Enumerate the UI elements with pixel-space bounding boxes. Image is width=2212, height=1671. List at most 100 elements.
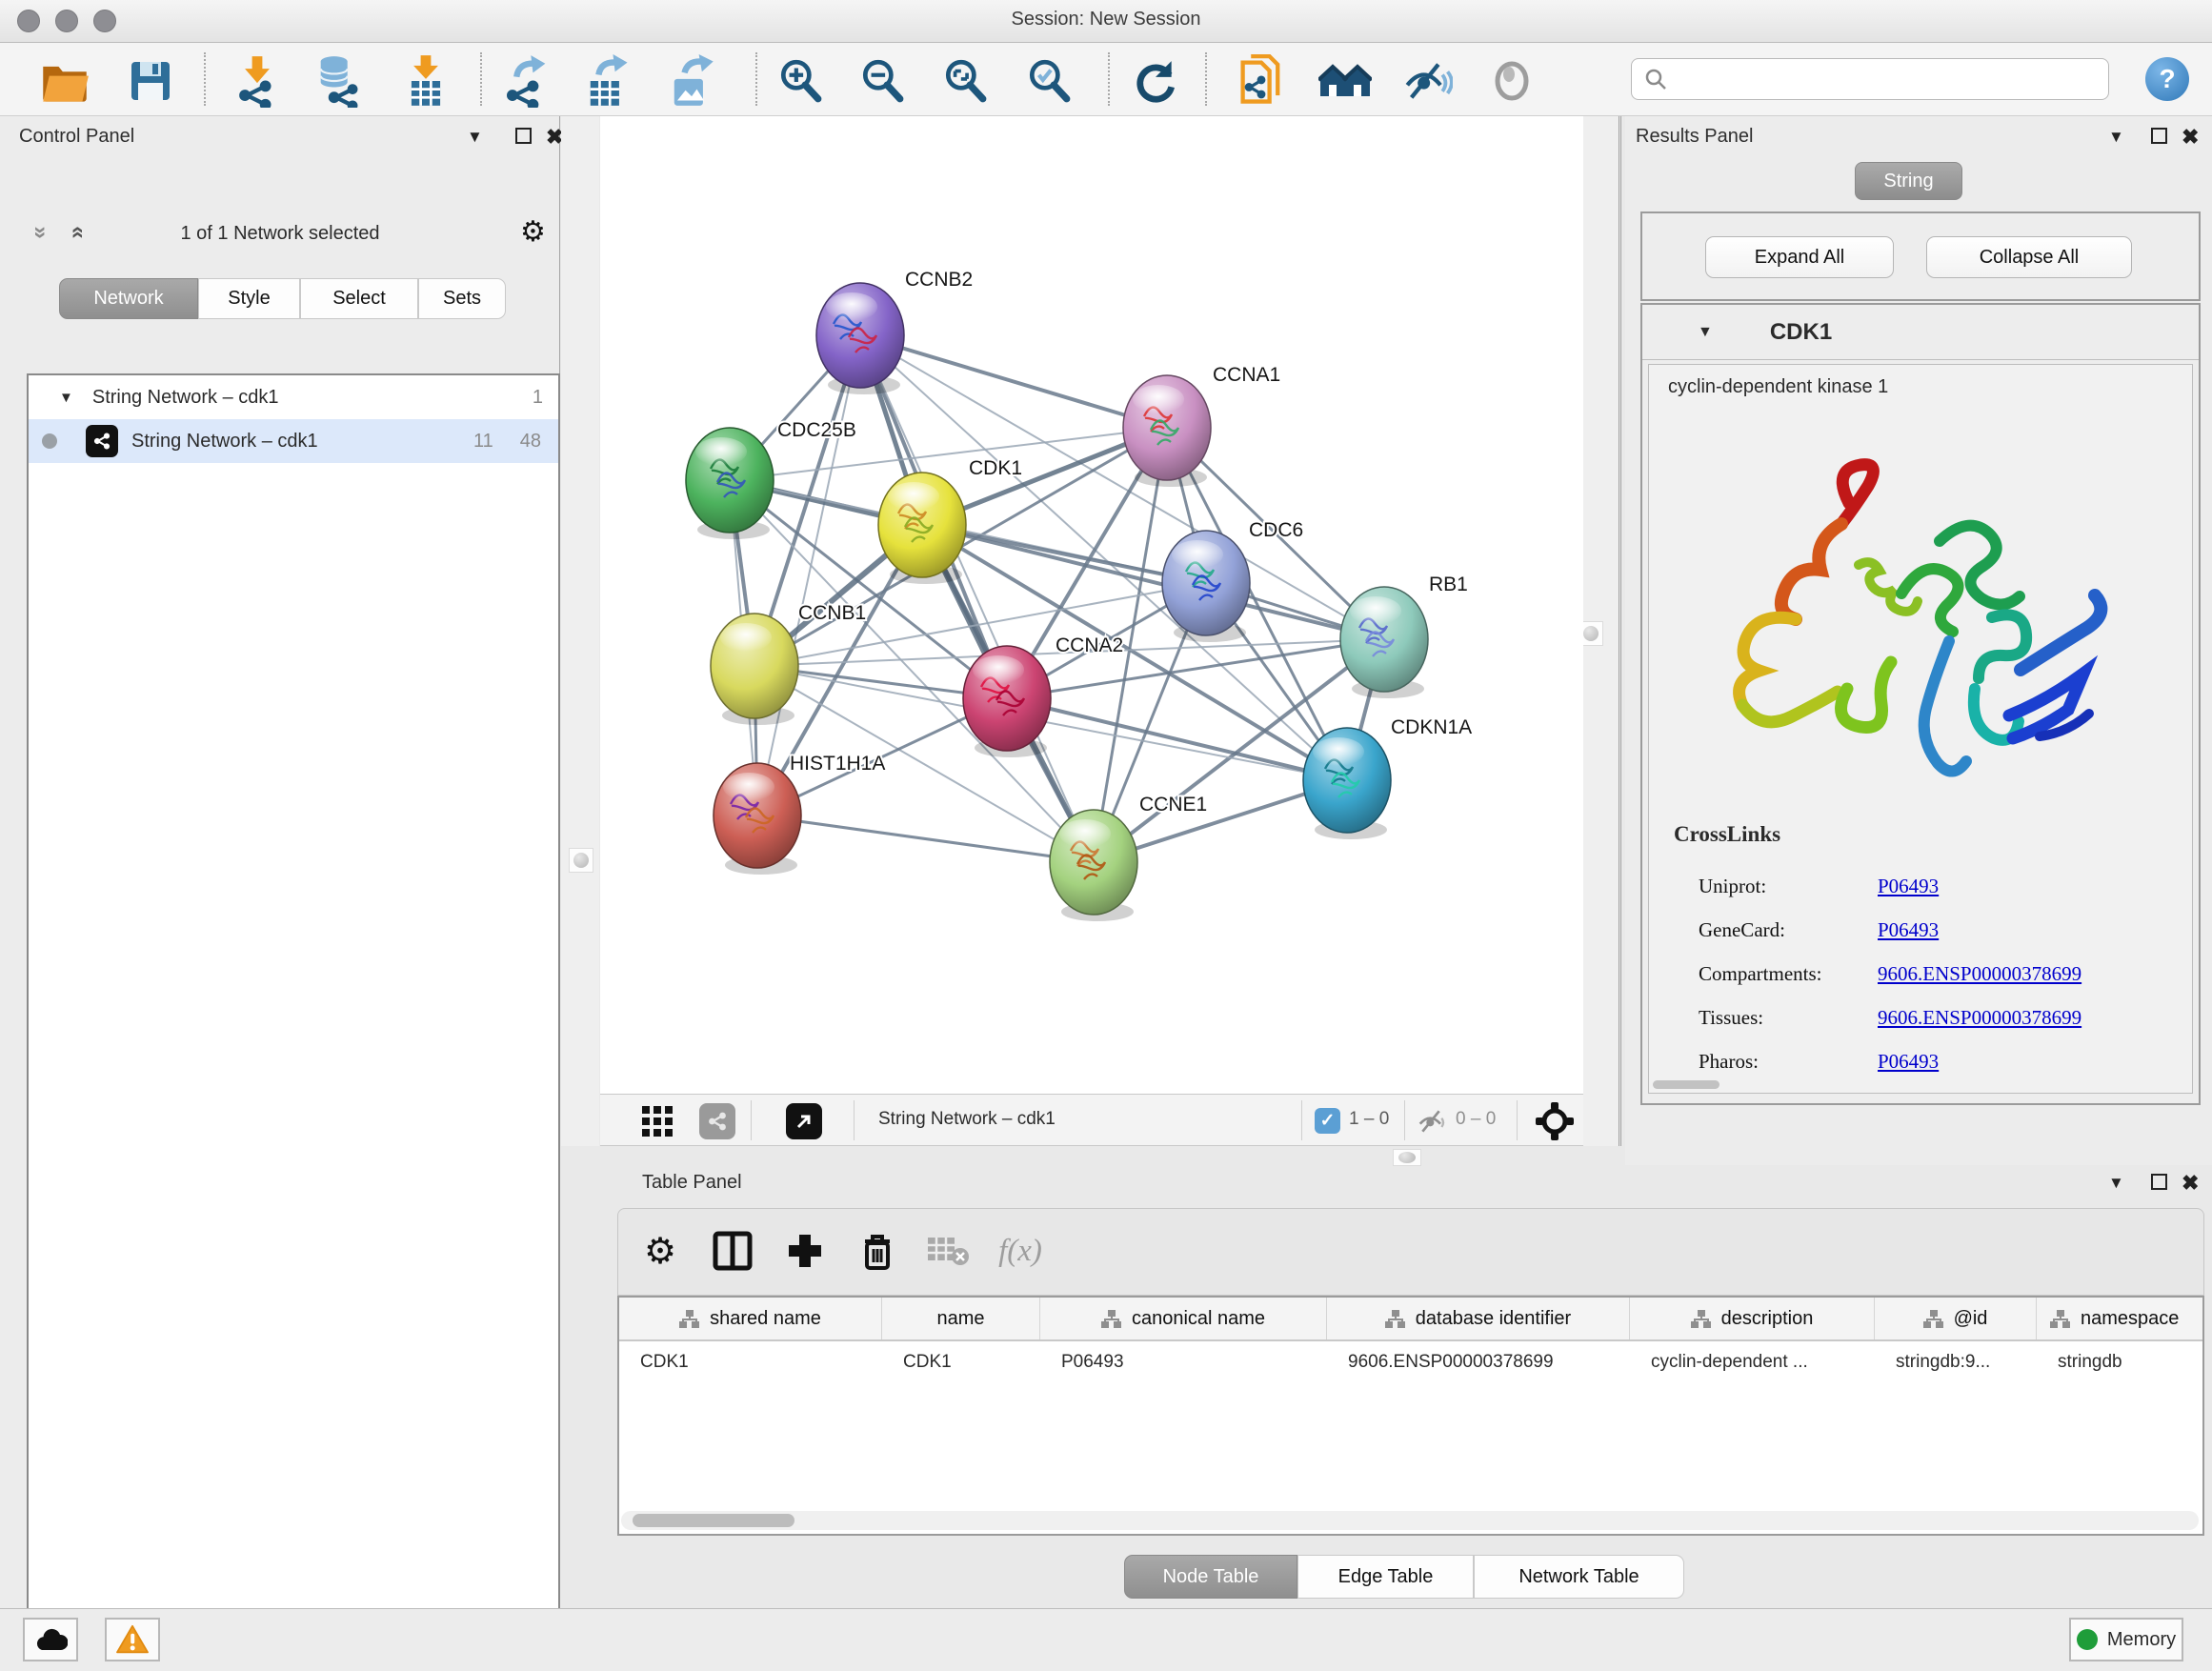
network-canvas[interactable]: CCNB2 CCNA1 CDC25B CDK1 CDC6 — [600, 116, 1583, 1094]
import-network-database-button[interactable] — [312, 54, 365, 108]
zoom-in-button[interactable] — [774, 54, 827, 108]
results-panel-menu-icon[interactable]: ▼ — [2108, 128, 2124, 147]
column-header-shared-name[interactable]: shared name — [619, 1298, 882, 1339]
column-header-database-identifier[interactable]: database identifier — [1327, 1298, 1630, 1339]
network-node-RB1[interactable]: RB1 — [1340, 574, 1468, 698]
network-edge[interactable] — [757, 335, 860, 815]
import-table-button[interactable] — [399, 54, 452, 108]
network-node-CCNA1[interactable]: CCNA1 — [1123, 364, 1280, 487]
column-header-canonical-name[interactable]: canonical name — [1040, 1298, 1327, 1339]
tab-network[interactable]: Network — [59, 278, 198, 319]
compartments-link[interactable]: 9606.ENSP00000378699 — [1878, 962, 2081, 986]
tissues-link[interactable]: 9606.ENSP00000378699 — [1878, 1006, 2081, 1030]
column-header-name[interactable]: name — [882, 1298, 1040, 1339]
table-hscrollbar[interactable] — [621, 1511, 2199, 1530]
show-panels-button[interactable] — [1485, 54, 1538, 108]
network-graph[interactable]: CCNB2 CCNA1 CDC25B CDK1 CDC6 — [600, 116, 1583, 1094]
toolbar-separator — [204, 52, 206, 106]
column-header-namespace[interactable]: namespace — [2037, 1298, 2204, 1339]
hidden-eye-slash-icon — [1418, 1106, 1448, 1141]
tab-network-table[interactable]: Network Table — [1474, 1555, 1684, 1599]
network-edge[interactable] — [860, 335, 1167, 428]
collapse-protein-icon[interactable]: ▼ — [1698, 324, 1713, 341]
column-header-description[interactable]: description — [1630, 1298, 1875, 1339]
main-toolbar: ? — [0, 43, 2212, 116]
network-edge[interactable] — [860, 335, 1094, 862]
expand-collapse-box: Expand All Collapse All — [1640, 211, 2201, 301]
table-panel-menu-icon[interactable]: ▼ — [2108, 1174, 2124, 1193]
question-icon: ? — [2159, 64, 2175, 94]
genecard-link[interactable]: P06493 — [1878, 918, 1939, 942]
table-panel-float-icon[interactable] — [2151, 1174, 2167, 1190]
birdseye-view-button[interactable] — [640, 1104, 674, 1143]
zoom-out-button[interactable] — [855, 54, 909, 108]
open-in-new-window-button[interactable] — [786, 1103, 822, 1139]
network-node-CCNE1[interactable]: CCNE1 — [1050, 794, 1207, 921]
network-node-CDC25B[interactable]: CDC25B — [686, 419, 856, 539]
node-label: CCNA1 — [1213, 364, 1280, 386]
hide-panels-button[interactable] — [1401, 54, 1455, 108]
center-view-button[interactable] — [1536, 1102, 1574, 1145]
function-builder-button[interactable]: f(x) — [992, 1222, 1049, 1279]
string-home-button[interactable] — [1318, 54, 1372, 108]
results-panel-float-icon[interactable] — [2151, 128, 2167, 144]
collapse-all-button[interactable]: Collapse All — [1926, 236, 2132, 278]
network-share-button[interactable] — [699, 1103, 735, 1139]
table-hscrollbar-thumb[interactable] — [633, 1514, 794, 1527]
table-panel-close-icon[interactable]: ✖ — [2182, 1171, 2199, 1196]
uniprot-link[interactable]: P06493 — [1878, 875, 1939, 898]
help-button[interactable]: ? — [2145, 57, 2189, 101]
cloud-status-button[interactable] — [23, 1618, 78, 1661]
delete-table-button[interactable] — [919, 1222, 976, 1279]
left-splitter[interactable] — [561, 116, 599, 1146]
tab-select[interactable]: Select — [300, 278, 418, 319]
node-table[interactable]: shared name name canonical name database… — [617, 1296, 2204, 1536]
search-input[interactable] — [1668, 69, 2108, 90]
results-hscrollbar[interactable] — [1653, 1080, 1719, 1089]
annotations-button[interactable] — [1235, 54, 1288, 108]
expand-all-button[interactable]: Expand All — [1705, 236, 1894, 278]
collapse-arrow-icon[interactable]: ▼ — [59, 390, 73, 406]
create-column-button[interactable] — [776, 1222, 834, 1279]
tab-string[interactable]: String — [1855, 162, 1962, 200]
table-row[interactable]: CDK1 CDK1 P06493 9606.ENSP00000378699 cy… — [619, 1341, 2202, 1383]
column-header-id[interactable]: @id — [1875, 1298, 2037, 1339]
left-splitter-handle[interactable] — [569, 848, 593, 873]
crosslink-row: Tissues: 9606.ENSP00000378699 — [1699, 996, 2175, 1039]
network-options-gear-icon[interactable]: ⚙ — [520, 215, 546, 249]
network-node-HIST1H1A[interactable]: HIST1H1A — [714, 753, 885, 875]
warnings-button[interactable] — [105, 1618, 160, 1661]
network-node-CDK1[interactable]: CDK1 — [878, 457, 1022, 584]
export-image-button[interactable] — [664, 54, 717, 108]
control-panel-float-icon[interactable] — [515, 128, 532, 144]
refresh-button[interactable] — [1129, 54, 1182, 108]
pharos-link[interactable]: P06493 — [1878, 1050, 1939, 1074]
toolbar-search[interactable] — [1631, 58, 2109, 100]
protein-header-row[interactable]: ▼ CDK1 — [1642, 305, 2199, 360]
open-session-button[interactable] — [38, 54, 91, 108]
tab-node-table[interactable]: Node Table — [1124, 1555, 1297, 1599]
zoom-fit-button[interactable] — [938, 54, 992, 108]
selected-checkbox-icon[interactable]: ✓ — [1315, 1108, 1340, 1134]
save-session-button[interactable] — [124, 54, 177, 108]
network-node-CDKN1A[interactable]: CDKN1A — [1303, 716, 1472, 839]
memory-button[interactable]: Memory — [2069, 1618, 2183, 1661]
network-row-selected[interactable]: String Network – cdk1 11 48 — [29, 419, 558, 463]
export-network-button[interactable] — [500, 54, 553, 108]
delete-column-button[interactable] — [849, 1222, 906, 1279]
control-panel-menu-icon[interactable]: ▼ — [467, 128, 483, 147]
network-edge[interactable] — [757, 815, 1094, 862]
network-collection-row[interactable]: ▼ String Network – cdk1 1 — [29, 375, 558, 419]
protein-structure-image — [1706, 451, 2125, 813]
table-options-gear-icon[interactable]: ⚙ — [632, 1222, 689, 1279]
export-table-button[interactable] — [580, 54, 633, 108]
tab-edge-table[interactable]: Edge Table — [1297, 1555, 1474, 1599]
results-panel-close-icon[interactable]: ✖ — [2182, 125, 2199, 150]
zoom-selected-button[interactable] — [1022, 54, 1076, 108]
network-node-CCNB2[interactable]: CCNB2 — [816, 269, 973, 394]
tab-sets[interactable]: Sets — [418, 278, 506, 319]
tab-style[interactable]: Style — [198, 278, 300, 319]
horizontal-splitter-handle[interactable] — [1393, 1149, 1421, 1166]
show-columns-button[interactable] — [704, 1222, 761, 1279]
import-network-file-button[interactable] — [231, 54, 284, 108]
